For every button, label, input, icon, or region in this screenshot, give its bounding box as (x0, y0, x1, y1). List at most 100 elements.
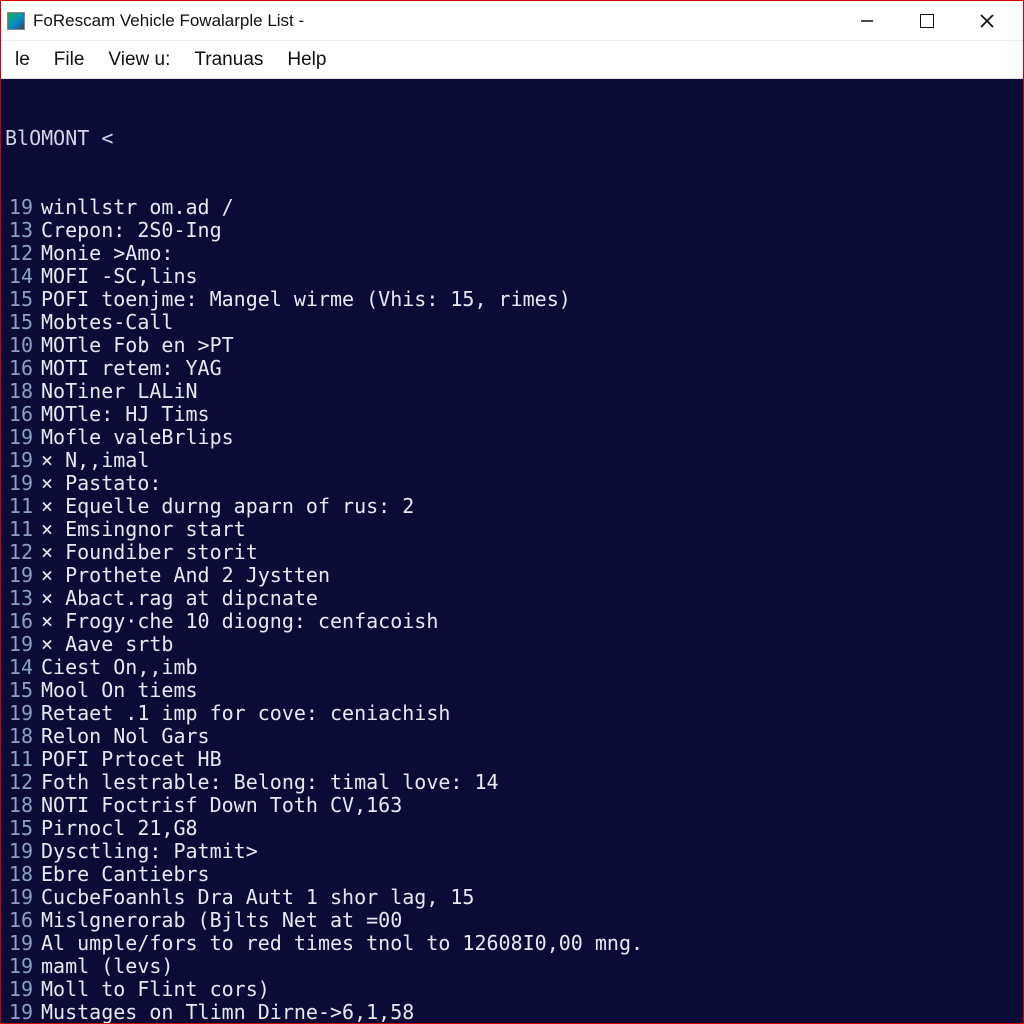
line-text: MOTle Fob en >PT (41, 334, 234, 357)
app-window: FoRescam Vehicle Fowalarple List - le Fi… (0, 0, 1024, 1024)
console-line: 19Mustages on Tlimn Dirne->6,1,58 (1, 1001, 1023, 1023)
line-number: 16 (1, 610, 41, 633)
line-text: × Abact.rag at dipcnate (41, 587, 318, 610)
line-text: Mofle valeBrlips (41, 426, 234, 449)
window-title: FoRescam Vehicle Fowalarple List - (33, 11, 837, 31)
line-text: Mislgnerorab (Bjlts Net at =00 (41, 909, 402, 932)
menu-item-file[interactable]: File (44, 45, 95, 75)
line-text: MOTI retem: YAG (41, 357, 222, 380)
line-text: NoTiner LALiN (41, 380, 198, 403)
line-number: 13 (1, 219, 41, 242)
maximize-icon (920, 14, 934, 28)
line-number: 19 (1, 633, 41, 656)
line-number: 16 (1, 357, 41, 380)
console-line: 15Mool On tiems (1, 679, 1023, 702)
titlebar[interactable]: FoRescam Vehicle Fowalarple List - (1, 1, 1023, 41)
line-text: Relon Nol Gars (41, 725, 210, 748)
line-text: Monie >Amo: (41, 242, 173, 265)
line-text: Foth lestrable: Belong: timal love: 14 (41, 771, 499, 794)
console-line: 19Dysctling: Patmit> (1, 840, 1023, 863)
console-line: 18NOTI Foctrisf Down Toth CV,163 (1, 794, 1023, 817)
menu-item-tranuas[interactable]: Tranuas (184, 45, 273, 75)
console-line: 19× Pastato: (1, 472, 1023, 495)
line-text: Dysctling: Patmit> (41, 840, 258, 863)
line-number: 18 (1, 863, 41, 886)
line-number: 14 (1, 656, 41, 679)
console-line: 16Mislgnerorab (Bjlts Net at =00 (1, 909, 1023, 932)
menu-item-help[interactable]: Help (277, 45, 336, 75)
console-line: 16MOTle: HJ Tims (1, 403, 1023, 426)
line-text: × Pastato: (41, 472, 161, 495)
line-text: Mobtes-Call (41, 311, 173, 334)
console-line: 19maml (levs) (1, 955, 1023, 978)
line-number: 12 (1, 242, 41, 265)
console-line: 14Ciest On,,imb (1, 656, 1023, 679)
console-line: 15POFI toenjme: Mangel wirme (Vhis: 15, … (1, 288, 1023, 311)
console-line: 12Foth lestrable: Belong: timal love: 14 (1, 771, 1023, 794)
console-line: 19Al umple/fors to red times tnol to 126… (1, 932, 1023, 955)
line-text: × Prothete And 2 Jystten (41, 564, 330, 587)
console-lines: 19winllstr om.ad /13Crepon: 2S0-Ing12Mon… (1, 196, 1023, 1023)
line-text: NOTI Foctrisf Down Toth CV,163 (41, 794, 402, 817)
line-number: 15 (1, 817, 41, 840)
console-line: 14MOFI -SC,lins (1, 265, 1023, 288)
console-header: BlOMONT < (1, 127, 1023, 150)
console-line: 13× Abact.rag at dipcnate (1, 587, 1023, 610)
console-line: 11× Emsingnor start (1, 518, 1023, 541)
line-text: × Emsingnor start (41, 518, 246, 541)
line-number: 10 (1, 334, 41, 357)
console-line: 18Ebre Cantiebrs (1, 863, 1023, 886)
line-text: Pirnocl 21,G8 (41, 817, 198, 840)
line-number: 16 (1, 403, 41, 426)
menu-item-view[interactable]: View u: (98, 45, 180, 75)
console-line: 19Moll to Flint cors) (1, 978, 1023, 1001)
console-line: 19Mofle valeBrlips (1, 426, 1023, 449)
minimize-icon (860, 14, 874, 28)
line-text: Moll to Flint cors) (41, 978, 270, 1001)
line-text: × Frogy·che 10 diogng: cenfacoish (41, 610, 438, 633)
line-text: × Aave srtb (41, 633, 173, 656)
console-line: 16× Frogy·che 10 diogng: cenfacoish (1, 610, 1023, 633)
line-text: × Foundiber storit (41, 541, 258, 564)
line-text: Mool On tiems (41, 679, 198, 702)
window-controls (837, 2, 1017, 40)
menubar: le File View u: Tranuas Help (1, 41, 1023, 79)
line-number: 19 (1, 702, 41, 725)
console-line: 15Mobtes-Call (1, 311, 1023, 334)
line-number: 19 (1, 564, 41, 587)
line-text: POFI Prtocet HB (41, 748, 222, 771)
line-number: 16 (1, 909, 41, 932)
line-text: Ciest On,,imb (41, 656, 198, 679)
console-line: 19Retaet .1 imp for cove: ceniachish (1, 702, 1023, 725)
line-number: 15 (1, 679, 41, 702)
line-text: × Equelle durng aparn of rus: 2 (41, 495, 414, 518)
line-number: 19 (1, 1001, 41, 1023)
maximize-button[interactable] (897, 2, 957, 40)
line-number: 11 (1, 495, 41, 518)
menu-item-le[interactable]: le (5, 45, 40, 75)
console-line: 19CucbeFoanhls Dra Autt 1 shor lag, 15 (1, 886, 1023, 909)
console-line: 12Monie >Amo: (1, 242, 1023, 265)
close-button[interactable] (957, 2, 1017, 40)
line-text: Retaet .1 imp for cove: ceniachish (41, 702, 450, 725)
line-number: 18 (1, 794, 41, 817)
console-line: 12× Foundiber storit (1, 541, 1023, 564)
line-number: 19 (1, 886, 41, 909)
console-output[interactable]: BlOMONT < 19winllstr om.ad /13Crepon: 2S… (1, 79, 1023, 1023)
line-number: 15 (1, 311, 41, 334)
line-number: 19 (1, 472, 41, 495)
line-number: 19 (1, 978, 41, 1001)
line-number: 19 (1, 196, 41, 219)
console-line: 11POFI Prtocet HB (1, 748, 1023, 771)
line-number: 11 (1, 748, 41, 771)
line-number: 11 (1, 518, 41, 541)
app-icon (7, 12, 25, 30)
console-line: 11× Equelle durng aparn of rus: 2 (1, 495, 1023, 518)
line-text: maml (levs) (41, 955, 173, 978)
line-number: 14 (1, 265, 41, 288)
line-number: 19 (1, 426, 41, 449)
console-line: 18NoTiner LALiN (1, 380, 1023, 403)
line-text: Ebre Cantiebrs (41, 863, 210, 886)
console-line: 19× Prothete And 2 Jystten (1, 564, 1023, 587)
minimize-button[interactable] (837, 2, 897, 40)
